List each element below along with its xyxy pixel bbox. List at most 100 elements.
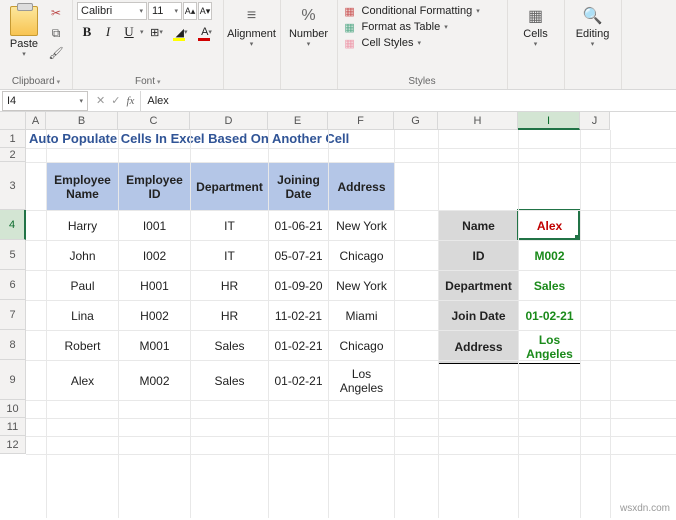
row-header-6[interactable]: 6 <box>0 270 26 300</box>
cellstyles-label: Cell Styles <box>362 37 414 49</box>
table-cell[interactable]: HR <box>191 301 269 331</box>
lookup-value[interactable]: Sales <box>519 271 581 301</box>
worksheet-grid[interactable]: ABCDEFGHIJ 123456789101112 Auto Populate… <box>0 112 676 518</box>
table-cell[interactable]: I002 <box>119 241 191 271</box>
cut-button[interactable]: ✂ <box>46 4 66 22</box>
table-cell[interactable]: HR <box>191 271 269 301</box>
column-headers[interactable]: ABCDEFGHIJ <box>26 112 676 130</box>
table-cell[interactable]: New York <box>329 271 395 301</box>
table-cell[interactable]: IT <box>191 241 269 271</box>
table-cell[interactable]: Los Angeles <box>329 361 395 401</box>
col-header-H[interactable]: H <box>438 112 518 130</box>
select-all-corner[interactable] <box>0 112 26 130</box>
row-header-4[interactable]: 4 <box>0 210 26 240</box>
alignment-button[interactable]: ≡Alignment▾ <box>228 2 276 48</box>
table-cell[interactable]: I001 <box>119 211 191 241</box>
row-header-7[interactable]: 7 <box>0 300 26 330</box>
fx-icon[interactable]: fx <box>126 95 134 107</box>
bold-button[interactable]: B <box>77 22 97 42</box>
decrease-font-button[interactable]: A▾ <box>198 2 212 20</box>
formula-input[interactable]: Alex <box>140 91 676 111</box>
row-headers[interactable]: 123456789101112 <box>0 130 26 454</box>
cancel-icon[interactable]: ✕ <box>96 94 105 107</box>
table-cell[interactable]: Lina <box>47 301 119 331</box>
format-painter-button[interactable]: 🖌 <box>46 44 66 62</box>
table-cell[interactable]: 01-02-21 <box>269 331 329 361</box>
col-header-F[interactable]: F <box>328 112 394 130</box>
table-cell[interactable]: John <box>47 241 119 271</box>
font-size-combo[interactable]: 11▾ <box>148 2 182 20</box>
table-header: Department <box>191 163 269 211</box>
dialog-launcher-icon[interactable]: ▾ <box>57 78 61 86</box>
table-cell[interactable]: M002 <box>119 361 191 401</box>
lookup-value[interactable]: M002 <box>519 241 581 271</box>
table-cell[interactable]: Alex <box>47 361 119 401</box>
lookup-key: Department <box>439 271 519 301</box>
enter-icon[interactable]: ✓ <box>111 94 120 107</box>
table-cell[interactable]: 01-06-21 <box>269 211 329 241</box>
table-cell[interactable]: Chicago <box>329 241 395 271</box>
font-name-combo[interactable]: Calibri▾ <box>77 2 147 20</box>
row-header-12[interactable]: 12 <box>0 436 26 454</box>
col-header-G[interactable]: G <box>394 112 438 130</box>
table-cell[interactable]: IT <box>191 211 269 241</box>
group-styles: ▦Conditional Formatting▾ ▦Format as Tabl… <box>338 0 508 89</box>
table-cell[interactable]: 01-02-21 <box>269 361 329 401</box>
col-header-I[interactable]: I <box>518 112 580 130</box>
table-cell[interactable]: New York <box>329 211 395 241</box>
borders-button[interactable]: ⊞▾ <box>145 22 169 42</box>
font-size-value: 11 <box>152 5 163 17</box>
table-icon: ▦ <box>342 20 358 34</box>
table-cell[interactable]: Sales <box>191 361 269 401</box>
table-cell[interactable]: H001 <box>119 271 191 301</box>
table-cell[interactable]: 01-09-20 <box>269 271 329 301</box>
copy-button[interactable]: ⧉ <box>46 24 66 42</box>
cells-area[interactable]: Auto Populate Cells In Excel Based On An… <box>26 130 676 518</box>
table-cell[interactable]: Sales <box>191 331 269 361</box>
increase-font-button[interactable]: A▴ <box>183 2 197 20</box>
table-cell[interactable]: Paul <box>47 271 119 301</box>
col-header-B[interactable]: B <box>46 112 118 130</box>
underline-button[interactable]: U <box>119 22 139 42</box>
table-cell[interactable]: H002 <box>119 301 191 331</box>
bucket-icon: ◢ <box>176 26 184 39</box>
font-color-button[interactable]: A▾ <box>195 22 219 42</box>
col-header-E[interactable]: E <box>268 112 328 130</box>
percent-icon: % <box>297 4 321 28</box>
italic-button[interactable]: I <box>98 22 118 42</box>
editing-button[interactable]: 🔍Editing▾ <box>569 2 617 48</box>
dialog-launcher-icon[interactable]: ▾ <box>157 78 161 86</box>
lookup-value[interactable]: Los Angeles <box>519 331 581 364</box>
row-header-10[interactable]: 10 <box>0 400 26 418</box>
row-header-9[interactable]: 9 <box>0 360 26 400</box>
lookup-value[interactable]: 01-02-21 <box>519 301 581 331</box>
lookup-value[interactable]: Alex <box>519 211 581 241</box>
col-header-D[interactable]: D <box>190 112 268 130</box>
col-header-A[interactable]: A <box>26 112 46 130</box>
col-header-J[interactable]: J <box>580 112 610 130</box>
chevron-down-icon[interactable]: ▾ <box>140 28 144 36</box>
row-header-3[interactable]: 3 <box>0 162 26 210</box>
row-header-2[interactable]: 2 <box>0 148 26 162</box>
table-cell[interactable]: 05-07-21 <box>269 241 329 271</box>
group-clipboard: Paste ▾ ✂ ⧉ 🖌 Clipboard▾ <box>0 0 73 89</box>
paste-button[interactable]: Paste ▾ <box>4 2 44 62</box>
format-as-table-button[interactable]: ▦Format as Table▾ <box>342 20 448 34</box>
table-cell[interactable]: Miami <box>329 301 395 331</box>
row-header-5[interactable]: 5 <box>0 240 26 270</box>
col-header-C[interactable]: C <box>118 112 190 130</box>
table-cell[interactable]: Harry <box>47 211 119 241</box>
table-cell[interactable]: Chicago <box>329 331 395 361</box>
table-cell[interactable]: Robert <box>47 331 119 361</box>
table-cell[interactable]: M001 <box>119 331 191 361</box>
cells-button[interactable]: ▦Cells▾ <box>512 2 560 48</box>
table-cell[interactable]: 11-02-21 <box>269 301 329 331</box>
row-header-8[interactable]: 8 <box>0 330 26 360</box>
name-box[interactable]: I4▾ <box>2 91 88 111</box>
number-button[interactable]: %Number▾ <box>285 2 333 48</box>
row-header-1[interactable]: 1 <box>0 130 26 148</box>
conditional-formatting-button[interactable]: ▦Conditional Formatting▾ <box>342 4 480 18</box>
row-header-11[interactable]: 11 <box>0 418 26 436</box>
cell-styles-button[interactable]: ▦Cell Styles▾ <box>342 36 421 50</box>
fill-color-button[interactable]: ◢▾ <box>170 22 194 42</box>
